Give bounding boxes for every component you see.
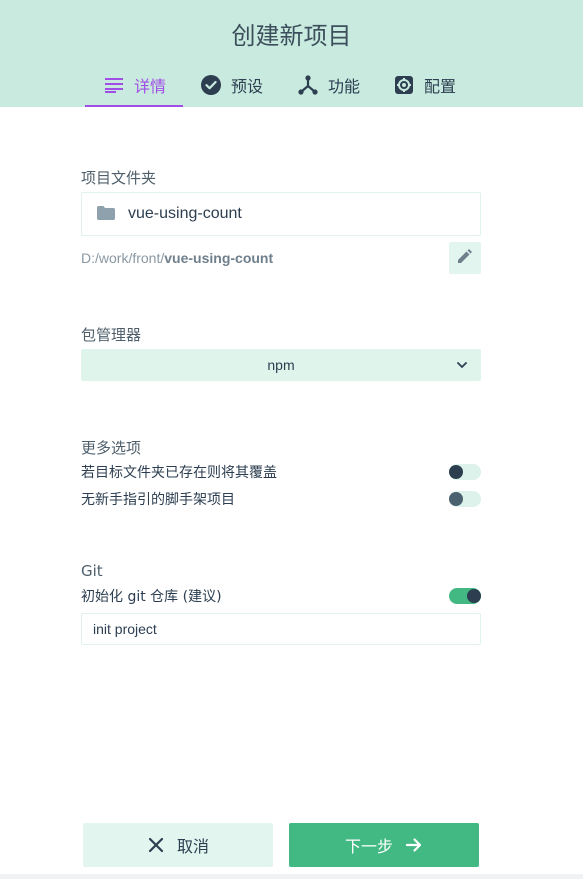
details-list-icon <box>103 74 125 96</box>
tab-details-label: 详情 <box>134 76 167 96</box>
commit-message-input[interactable]: init project <box>81 613 481 645</box>
chevron-down-icon <box>455 358 469 372</box>
no-guide-toggle[interactable] <box>449 491 481 507</box>
next-button[interactable]: 下一步 <box>289 823 479 867</box>
option-row-git-init: 初始化 git 仓库 (建议) <box>81 586 481 606</box>
tab-features[interactable]: 功能 <box>281 64 377 105</box>
pencil-icon <box>458 248 472 268</box>
tab-bar: 详情 预设 功能 配置 <box>85 64 473 107</box>
folder-section-label: 项目文件夹 <box>81 169 157 187</box>
fork-icon <box>297 74 319 96</box>
toggle-knob <box>449 492 463 506</box>
bottom-divider <box>0 874 583 879</box>
tab-config[interactable]: 配置 <box>377 64 473 105</box>
tab-config-label: 配置 <box>424 76 457 96</box>
more-options-label: 更多选项 <box>81 439 142 457</box>
folder-name-field[interactable]: vue-using-count <box>81 192 481 236</box>
git-init-label: 初始化 git 仓库 (建议) <box>81 589 222 605</box>
header: 创建新项目 详情 预设 功能 配置 <box>0 0 583 107</box>
gear-icon <box>393 74 415 96</box>
folder-path: D:/work/front/vue-using-count <box>81 250 273 266</box>
git-init-toggle[interactable] <box>449 588 481 604</box>
option-row-overwrite: 若目标文件夹已存在则将其覆盖 <box>81 462 481 482</box>
folder-icon <box>97 206 117 222</box>
cancel-button[interactable]: 取消 <box>83 823 273 867</box>
package-manager-select[interactable]: npm <box>81 349 481 381</box>
option-row-no-guide: 无新手指引的脚手架项目 <box>81 489 481 509</box>
next-label: 下一步 <box>344 837 393 856</box>
tab-presets[interactable]: 预设 <box>183 64 281 105</box>
git-section-label: Git <box>81 562 103 580</box>
check-circle-icon <box>200 74 222 96</box>
folder-path-prefix: D:/work/front/ <box>81 250 165 266</box>
close-icon <box>147 836 165 854</box>
commit-message-value: init project <box>93 621 157 637</box>
tab-features-label: 功能 <box>328 76 361 96</box>
package-manager-value: npm <box>267 357 295 373</box>
folder-path-name: vue-using-count <box>164 250 274 266</box>
package-manager-label: 包管理器 <box>81 326 142 344</box>
arrow-right-icon <box>405 836 423 854</box>
edit-path-button[interactable] <box>449 242 481 274</box>
folder-name-value: vue-using-count <box>128 205 242 222</box>
tab-presets-label: 预设 <box>231 76 264 96</box>
toggle-knob <box>467 589 481 603</box>
page-title: 创建新项目 <box>231 22 352 50</box>
option-no-guide-label: 无新手指引的脚手架项目 <box>81 492 235 508</box>
cancel-label: 取消 <box>176 837 209 856</box>
overwrite-toggle[interactable] <box>449 464 481 480</box>
toggle-knob <box>449 465 463 479</box>
option-overwrite-label: 若目标文件夹已存在则将其覆盖 <box>81 465 277 481</box>
tab-details[interactable]: 详情 <box>85 64 183 107</box>
